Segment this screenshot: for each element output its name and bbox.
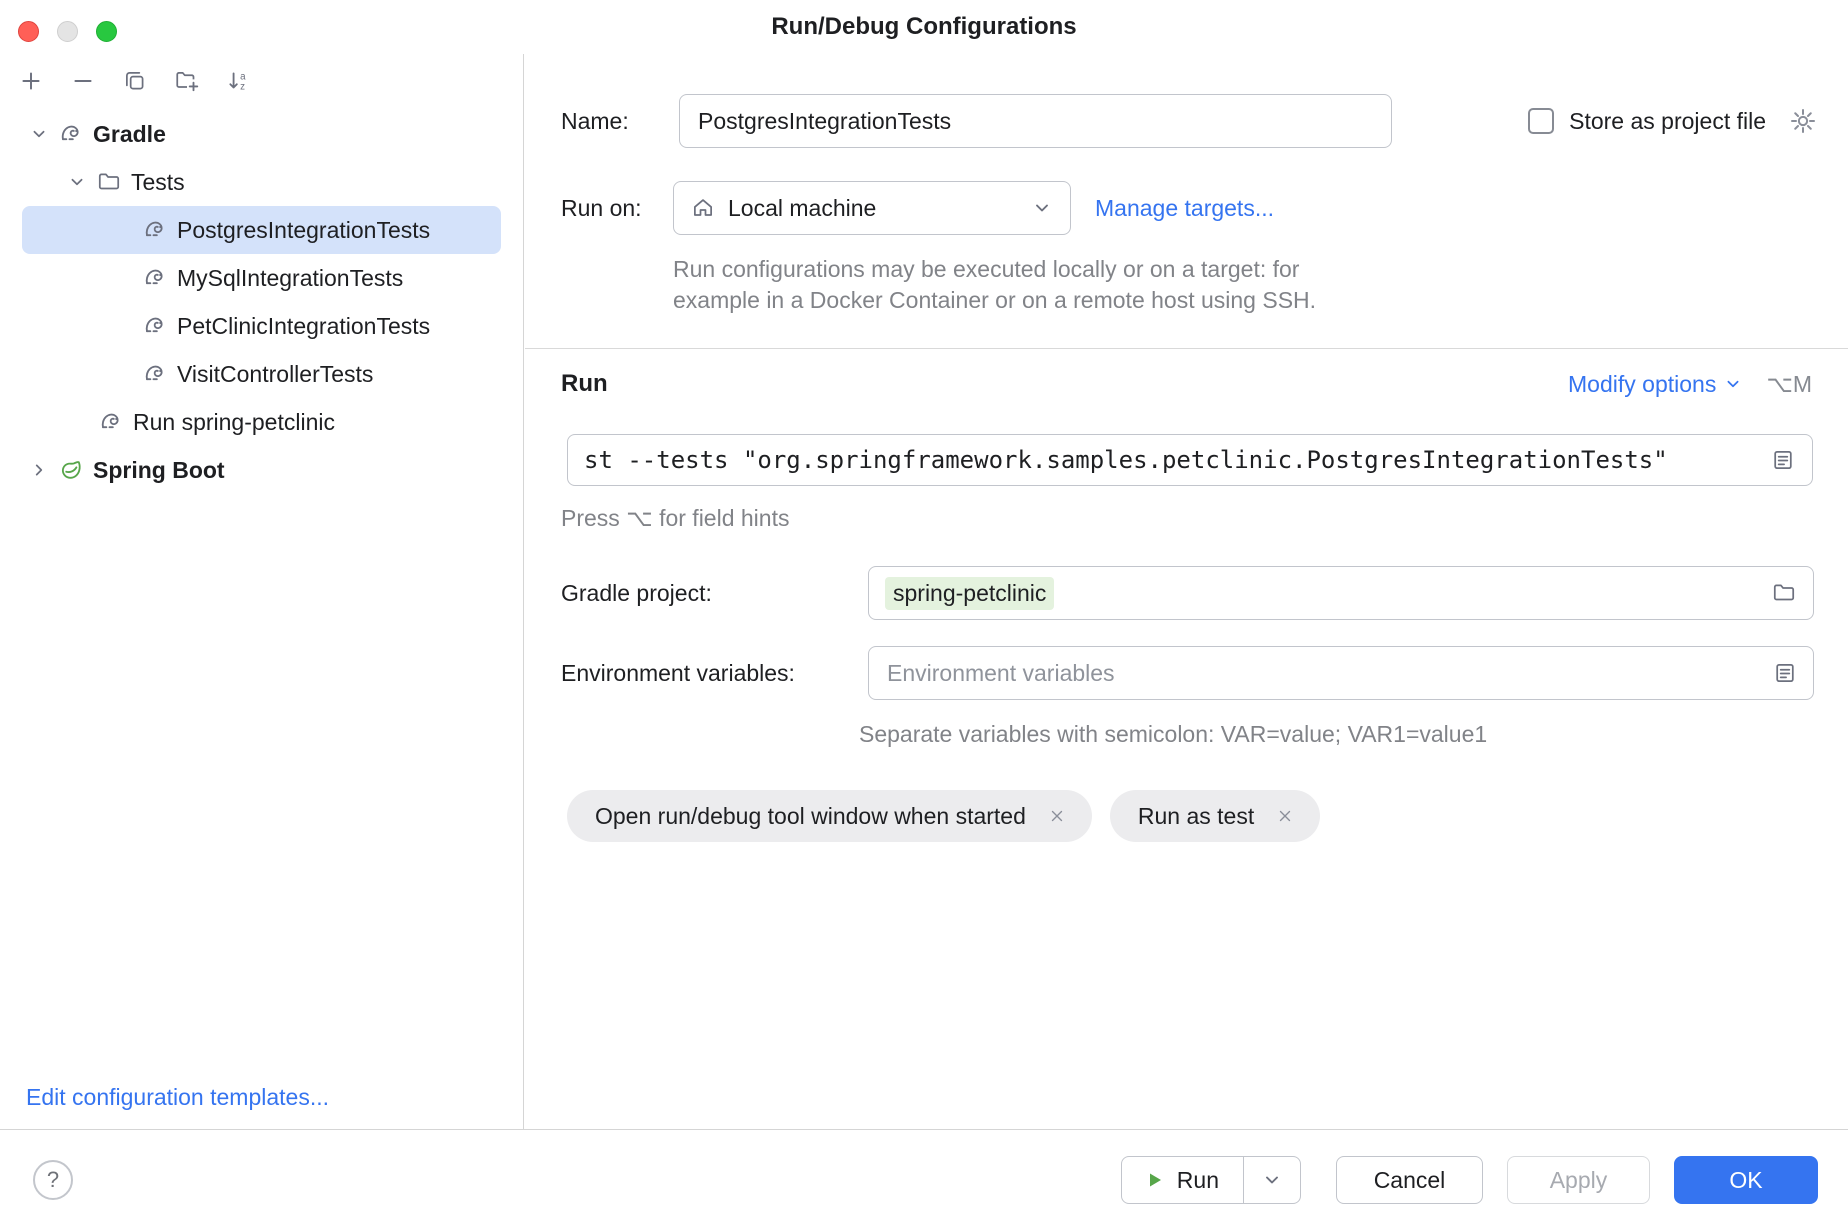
tree-node-label: Gradle — [93, 121, 166, 148]
cancel-button[interactable]: Cancel — [1336, 1156, 1483, 1204]
gear-icon[interactable] — [1788, 106, 1818, 136]
tree-node-tests-folder[interactable]: Tests — [0, 158, 523, 206]
tree-node-label: VisitControllerTests — [177, 361, 373, 388]
remove-configuration-button[interactable] — [66, 64, 100, 98]
run-button-label: Run — [1177, 1167, 1219, 1194]
store-as-project-file-label: Store as project file — [1569, 108, 1766, 135]
tree-node-visit-controller-tests[interactable]: VisitControllerTests — [0, 350, 523, 398]
minimize-window-button[interactable] — [57, 21, 78, 42]
store-as-project-file-row: Store as project file — [1528, 94, 1818, 148]
tag-open-run-debug-tool-window[interactable]: Open run/debug tool window when started — [567, 790, 1092, 842]
run-on-hint-text: Run configurations may be executed local… — [673, 254, 1385, 316]
gradle-icon — [142, 361, 168, 387]
run-command-input[interactable] — [568, 435, 1764, 485]
tree-node-spring-boot[interactable]: Spring Boot — [0, 446, 523, 494]
run-options-dropdown[interactable] — [1244, 1157, 1300, 1203]
new-folder-button[interactable] — [170, 64, 204, 98]
close-window-button[interactable] — [18, 21, 39, 42]
manage-targets-link[interactable]: Manage targets... — [1095, 181, 1274, 235]
play-icon — [1142, 1168, 1166, 1192]
gradle-icon — [58, 121, 84, 147]
expand-field-icon[interactable] — [1767, 653, 1803, 693]
run-on-select[interactable]: Local machine — [673, 181, 1071, 235]
name-label: Name: — [561, 94, 629, 148]
tree-node-label: MySqlIntegrationTests — [177, 265, 403, 292]
ok-button[interactable]: OK — [1674, 1156, 1818, 1204]
run-on-value: Local machine — [728, 195, 1018, 222]
tree-node-label: Spring Boot — [93, 457, 225, 484]
remove-tag-icon[interactable] — [1274, 805, 1296, 827]
footer-buttons: Run Cancel Apply OK — [1121, 1156, 1818, 1204]
tree-node-run-spring-petclinic[interactable]: Run spring-petclinic — [0, 398, 523, 446]
tree-node-postgres-integration-tests[interactable]: PostgresIntegrationTests — [22, 206, 501, 254]
modify-options-shortcut: ⌥M — [1766, 371, 1812, 398]
run-section-title: Run — [561, 360, 608, 408]
tree-node-mysql-integration-tests[interactable]: MySqlIntegrationTests — [0, 254, 523, 302]
chevron-down-icon — [1030, 196, 1054, 220]
modify-options-link[interactable]: Modify options — [1568, 371, 1744, 398]
run-split-button: Run — [1121, 1156, 1301, 1204]
add-configuration-button[interactable] — [14, 64, 48, 98]
gradle-icon — [142, 265, 168, 291]
tree-node-gradle[interactable]: Gradle — [0, 110, 523, 158]
chevron-down-icon[interactable] — [64, 169, 90, 195]
zoom-window-button[interactable] — [96, 21, 117, 42]
tree-node-label: Tests — [131, 169, 185, 196]
remove-tag-icon[interactable] — [1046, 805, 1068, 827]
chevron-down-icon — [1722, 373, 1744, 395]
home-icon — [690, 195, 716, 221]
apply-button[interactable]: Apply — [1507, 1156, 1650, 1204]
chevron-down-icon — [1260, 1168, 1284, 1192]
browse-folder-icon[interactable] — [1765, 573, 1803, 613]
gradle-project-field[interactable]: spring-petclinic — [868, 566, 1814, 620]
gradle-project-label: Gradle project: — [561, 566, 712, 620]
option-tags: Open run/debug tool window when started … — [567, 790, 1320, 842]
tag-label: Open run/debug tool window when started — [595, 803, 1026, 830]
run-on-label: Run on: — [561, 181, 642, 235]
copy-configuration-button[interactable] — [118, 64, 152, 98]
run-button[interactable]: Run — [1122, 1157, 1243, 1203]
folder-icon — [96, 169, 122, 195]
tree-node-label: PetClinicIntegrationTests — [177, 313, 430, 340]
tree-node-label: Run spring-petclinic — [133, 409, 335, 436]
window-controls — [18, 21, 117, 42]
help-button[interactable]: ? — [33, 1160, 73, 1200]
dialog-title: Run/Debug Configurations — [771, 13, 1076, 41]
name-field-wrapper — [679, 94, 1392, 148]
tag-run-as-test[interactable]: Run as test — [1110, 790, 1320, 842]
configurations-sidebar: Gradle Tests PostgresIntegrationTests My… — [0, 54, 524, 1129]
run-command-field-wrapper — [567, 434, 1813, 486]
tree-node-petclinic-integration-tests[interactable]: PetClinicIntegrationTests — [0, 302, 523, 350]
expand-field-icon[interactable] — [1764, 440, 1802, 480]
store-as-project-file-checkbox[interactable] — [1528, 108, 1554, 134]
configurations-tree: Gradle Tests PostgresIntegrationTests My… — [0, 110, 523, 494]
tag-label: Run as test — [1138, 803, 1254, 830]
environment-variables-hint: Separate variables with semicolon: VAR=v… — [859, 721, 1487, 748]
title-bar: Run/Debug Configurations — [0, 0, 1848, 54]
sort-configurations-button[interactable] — [222, 64, 256, 98]
tree-node-label: PostgresIntegrationTests — [177, 217, 430, 244]
modify-options-label: Modify options — [1568, 371, 1716, 398]
environment-variables-input[interactable] — [869, 647, 1767, 699]
configuration-editor: Name: Store as project file Run on: Loca… — [525, 54, 1848, 1129]
gradle-icon — [142, 313, 168, 339]
edit-configuration-templates-link[interactable]: Edit configuration templates... — [26, 1084, 329, 1111]
gradle-icon — [142, 217, 168, 243]
chevron-down-icon[interactable] — [26, 121, 52, 147]
chevron-right-icon[interactable] — [26, 457, 52, 483]
environment-variables-label: Environment variables: — [561, 646, 795, 700]
sidebar-toolbar — [0, 54, 523, 98]
spring-boot-icon — [58, 457, 84, 483]
gradle-project-value: spring-petclinic — [885, 577, 1054, 610]
field-hints-text: Press ⌥ for field hints — [561, 505, 789, 532]
name-input[interactable] — [680, 95, 1391, 147]
gradle-icon — [98, 409, 124, 435]
modify-options-row: Modify options ⌥M — [1568, 360, 1812, 408]
dialog-footer: ? Run Cancel Apply OK — [0, 1129, 1848, 1230]
environment-variables-field-wrapper — [868, 646, 1814, 700]
section-divider — [525, 348, 1848, 349]
